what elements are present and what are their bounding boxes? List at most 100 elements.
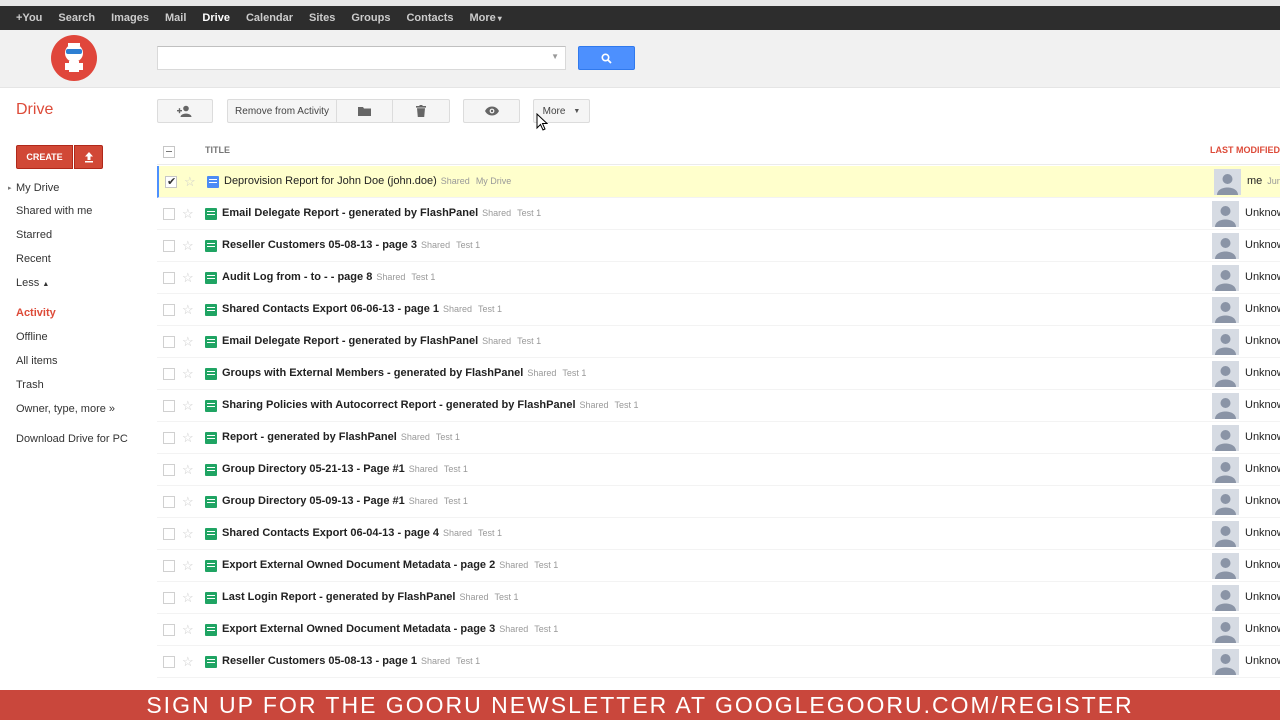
nav-drive[interactable]: Drive — [198, 12, 234, 24]
row-checkbox[interactable] — [163, 496, 175, 508]
file-title[interactable]: Sharing Policies with Autocorrect Report… — [222, 399, 645, 411]
remove-from-activity-button[interactable]: Remove from Activity — [227, 99, 337, 123]
file-title[interactable]: Group Directory 05-09-13 - Page #1 Shared… — [222, 495, 474, 507]
nav-sites[interactable]: Sites — [305, 12, 339, 24]
row-checkbox[interactable] — [163, 336, 175, 348]
create-button[interactable]: CREATE — [16, 145, 73, 169]
select-all-checkbox[interactable] — [163, 146, 175, 158]
folder-tag[interactable]: My Drive — [476, 176, 512, 186]
file-title[interactable]: Group Directory 05-21-13 - Page #1 Shared… — [222, 463, 474, 475]
nav-plus-you[interactable]: +You — [12, 12, 46, 24]
sidebar-item-owner-type-more[interactable]: Owner, type, more » — [16, 403, 115, 415]
file-row[interactable]: ☆ Groups with External Members - generate… — [157, 358, 1280, 390]
folder-tag[interactable]: Test 1 — [411, 272, 435, 282]
file-row[interactable]: ☆ Report - generated by FlashPanel Shared T… — [157, 422, 1280, 454]
sidebar-item-shared-with-me[interactable]: Shared with me — [16, 205, 92, 217]
nav-images[interactable]: Images — [107, 12, 153, 24]
star-icon[interactable]: ☆ — [182, 462, 194, 478]
file-title[interactable]: Deprovision Report for John Doe (john.do… — [224, 175, 517, 187]
star-icon[interactable]: ☆ — [182, 526, 194, 542]
file-title[interactable]: Email Delegate Report - generated by Fla… — [222, 207, 547, 219]
folder-tag[interactable]: Test 1 — [562, 368, 586, 378]
row-checkbox[interactable] — [163, 592, 175, 604]
file-title[interactable]: Reseller Customers 05-08-13 - page 1 Shar… — [222, 655, 486, 667]
folder-tag[interactable]: Test 1 — [534, 560, 558, 570]
row-checkbox[interactable] — [163, 208, 175, 220]
file-row[interactable]: ☆ Audit Log from - to - - page 8 Shared Tes… — [157, 262, 1280, 294]
row-checkbox[interactable] — [163, 304, 175, 316]
sidebar-item-all-items[interactable]: All items — [16, 355, 58, 367]
folder-tag[interactable]: Test 1 — [444, 496, 468, 506]
nav-groups[interactable]: Groups — [347, 12, 394, 24]
nav-calendar[interactable]: Calendar — [242, 12, 297, 24]
app-title[interactable]: Drive — [16, 101, 53, 119]
folder-tag[interactable]: Test 1 — [478, 304, 502, 314]
row-checkbox[interactable] — [163, 656, 175, 668]
row-checkbox[interactable] — [163, 528, 175, 540]
file-row[interactable]: ☆ Export External Owned Document Metadata… — [157, 550, 1280, 582]
star-icon[interactable]: ☆ — [182, 270, 194, 286]
star-icon[interactable]: ☆ — [182, 398, 194, 414]
file-title[interactable]: Report - generated by FlashPanel Shared Te… — [222, 431, 466, 443]
search-input[interactable] — [158, 47, 565, 69]
star-icon[interactable]: ☆ — [182, 334, 194, 350]
sidebar-item-activity[interactable]: Activity — [16, 307, 56, 319]
file-title[interactable]: Last Login Report - generated by FlashPa… — [222, 591, 525, 603]
mascot-logo-icon[interactable] — [51, 35, 97, 81]
triangle-right-icon[interactable]: ▸ — [8, 184, 12, 192]
sidebar-item-trash[interactable]: Trash — [16, 379, 44, 391]
share-button[interactable] — [157, 99, 213, 123]
star-icon[interactable]: ☆ — [182, 654, 194, 670]
file-row[interactable]: ✔ ☆ Deprovision Report for John Doe (john.… — [157, 166, 1280, 198]
chevron-down-icon[interactable]: ▼ — [551, 52, 559, 61]
file-title[interactable]: Audit Log from - to - - page 8 Shared Test… — [222, 271, 441, 283]
sidebar-item-my-drive[interactable]: ▸ My Drive — [8, 182, 59, 194]
row-checkbox[interactable] — [163, 464, 175, 476]
file-row[interactable]: ☆ Email Delegate Report - generated by Fl… — [157, 198, 1280, 230]
star-icon[interactable]: ☆ — [182, 590, 194, 606]
row-checkbox[interactable]: ✔ — [165, 176, 177, 188]
file-row[interactable]: ☆ Group Directory 05-21-13 - Page #1 Share… — [157, 454, 1280, 486]
star-icon[interactable]: ☆ — [182, 558, 194, 574]
move-to-folder-button[interactable] — [337, 99, 393, 123]
nav-more[interactable]: More ▾ — [466, 12, 506, 24]
file-row[interactable]: ☆ Reseller Customers 05-08-13 - page 3 Sha… — [157, 230, 1280, 262]
file-title[interactable]: Reseller Customers 05-08-13 - page 3 Shar… — [222, 239, 486, 251]
folder-tag[interactable]: Test 1 — [436, 432, 460, 442]
star-icon[interactable]: ☆ — [182, 238, 194, 254]
search-button[interactable] — [578, 46, 635, 70]
file-title[interactable]: Shared Contacts Export 06-06-13 - page 1… — [222, 303, 508, 315]
file-row[interactable]: ☆ Last Login Report - generated by FlashP… — [157, 582, 1280, 614]
file-row[interactable]: ☆ Shared Contacts Export 06-04-13 - page … — [157, 518, 1280, 550]
file-title[interactable]: Export External Owned Document Metadata … — [222, 559, 564, 571]
folder-tag[interactable]: Test 1 — [615, 400, 639, 410]
row-checkbox[interactable] — [163, 272, 175, 284]
folder-tag[interactable]: Test 1 — [495, 592, 519, 602]
nav-mail[interactable]: Mail — [161, 12, 190, 24]
column-header-last-modified[interactable]: LAST MODIFIED — [1210, 145, 1280, 155]
star-icon[interactable]: ☆ — [182, 366, 194, 382]
sidebar-item-less[interactable]: Less ▲ — [16, 277, 49, 289]
star-icon[interactable]: ☆ — [184, 174, 196, 190]
file-row[interactable]: ☆ Group Directory 05-09-13 - Page #1 Share… — [157, 486, 1280, 518]
file-row[interactable]: ☆ Shared Contacts Export 06-06-13 - page … — [157, 294, 1280, 326]
file-title[interactable]: Groups with External Members - generated… — [222, 367, 592, 379]
sidebar-item-offline[interactable]: Offline — [16, 331, 48, 343]
row-checkbox[interactable] — [163, 240, 175, 252]
row-checkbox[interactable] — [163, 560, 175, 572]
preview-button[interactable] — [463, 99, 520, 123]
file-title[interactable]: Shared Contacts Export 06-04-13 - page 4… — [222, 527, 508, 539]
folder-tag[interactable]: Test 1 — [478, 528, 502, 538]
file-row[interactable]: ☆ Reseller Customers 05-08-13 - page 1 Sha… — [157, 646, 1280, 678]
row-checkbox[interactable] — [163, 624, 175, 636]
sidebar-item-starred[interactable]: Starred — [16, 229, 52, 241]
folder-tag[interactable]: Test 1 — [534, 624, 558, 634]
folder-tag[interactable]: Test 1 — [517, 208, 541, 218]
row-checkbox[interactable] — [163, 400, 175, 412]
file-row[interactable]: ☆ Email Delegate Report - generated by Fl… — [157, 326, 1280, 358]
star-icon[interactable]: ☆ — [182, 430, 194, 446]
folder-tag[interactable]: Test 1 — [444, 464, 468, 474]
star-icon[interactable]: ☆ — [182, 206, 194, 222]
folder-tag[interactable]: Test 1 — [456, 240, 480, 250]
file-title[interactable]: Email Delegate Report - generated by Fla… — [222, 335, 547, 347]
